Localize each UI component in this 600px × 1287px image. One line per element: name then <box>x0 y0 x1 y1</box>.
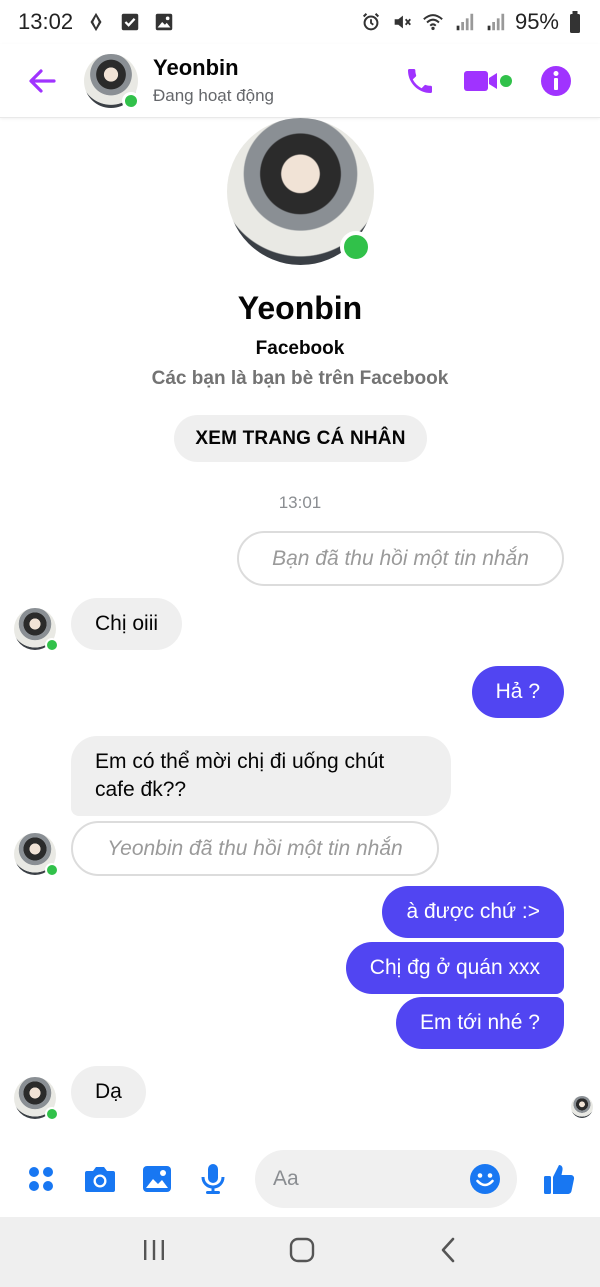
call-button[interactable] <box>404 65 436 97</box>
home-icon <box>289 1237 315 1262</box>
outgoing-message[interactable]: Chị đg ở quán xxx <box>345 942 564 994</box>
battery-icon <box>570 11 580 33</box>
outgoing-message[interactable]: Em tới nhé ? <box>396 997 564 1049</box>
message-input-placeholder: Aa <box>273 1167 299 1190</box>
system-nav-bar <box>0 1217 600 1287</box>
contact-name[interactable]: Yeonbin <box>153 55 274 81</box>
menu-grid-button[interactable] <box>23 1161 59 1197</box>
online-indicator <box>122 91 140 110</box>
system-back-button[interactable] <box>436 1235 460 1270</box>
checkbox-icon <box>121 13 139 31</box>
recent-apps-button[interactable] <box>140 1237 168 1268</box>
image-icon <box>143 1166 171 1192</box>
status-bar: 13:02 95% <box>0 0 600 44</box>
view-profile-button[interactable]: XEM TRANG CÁ NHÂN <box>174 415 427 462</box>
online-indicator <box>45 638 59 652</box>
incoming-message[interactable]: Em có thể mời chị đi uống chút cafe đk?? <box>71 736 451 816</box>
seen-receipt-avatar <box>571 1096 593 1118</box>
signal-icon <box>487 13 505 31</box>
info-button[interactable] <box>540 65 572 97</box>
back-button[interactable] <box>22 61 62 101</box>
gallery-icon <box>155 13 173 31</box>
diamond-icon <box>90 12 102 32</box>
message-avatar[interactable] <box>14 833 59 877</box>
microphone-icon <box>201 1164 225 1194</box>
video-camera-icon <box>464 70 512 91</box>
outgoing-message[interactable]: à được chứ :> <box>382 886 564 938</box>
message-avatar[interactable] <box>14 1077 59 1121</box>
recalled-message[interactable]: Bạn đã thu hồi một tin nhắn <box>237 531 564 586</box>
conversation-header: Yeonbin Đang hoạt động <box>0 44 600 118</box>
home-button[interactable] <box>287 1235 317 1270</box>
arrow-left-icon <box>29 68 56 93</box>
emoji-icon <box>470 1164 500 1194</box>
message-composer: Aa <box>0 1141 600 1217</box>
profile-platform: Facebook <box>255 338 345 359</box>
wifi-icon <box>423 14 443 31</box>
profile-name: Yeonbin <box>237 290 363 326</box>
video-call-button[interactable] <box>462 65 514 97</box>
signal-icon <box>456 13 474 31</box>
friends-context: Các bạn là bạn bè trên Facebook <box>151 368 449 389</box>
recalled-message[interactable]: Yeonbin đã thu hồi một tin nhắn <box>71 821 439 876</box>
header-avatar[interactable] <box>84 53 140 110</box>
alarm-icon <box>362 13 379 31</box>
message-avatar[interactable] <box>14 608 59 652</box>
back-icon <box>442 1237 455 1262</box>
like-button[interactable] <box>541 1161 577 1197</box>
online-indicator <box>45 863 59 877</box>
message-input[interactable]: Aa <box>255 1150 517 1208</box>
active-status: Đang hoạt động <box>153 86 274 105</box>
online-indicator <box>45 1107 59 1121</box>
battery-percent: 95% <box>514 9 559 34</box>
profile-avatar[interactable] <box>227 118 374 265</box>
camera-icon <box>85 1167 115 1192</box>
time-separator: 13:01 <box>278 493 322 512</box>
online-indicator <box>340 231 372 263</box>
camera-button[interactable] <box>82 1161 118 1197</box>
voice-button[interactable] <box>195 1161 231 1197</box>
phone-icon <box>408 68 432 93</box>
menu-grid-icon <box>29 1167 53 1191</box>
thumbs-up-icon <box>544 1165 575 1194</box>
incoming-message[interactable]: Chị oiii <box>71 598 183 650</box>
incoming-message[interactable]: Dạ <box>71 1066 146 1118</box>
info-icon <box>541 65 571 96</box>
outgoing-message[interactable]: Hả ? <box>471 666 564 718</box>
status-time: 13:02 <box>18 9 74 34</box>
emoji-button[interactable] <box>469 1163 501 1201</box>
gallery-button[interactable] <box>139 1161 175 1197</box>
recent-apps-icon <box>143 1239 164 1260</box>
mute-icon <box>394 15 411 29</box>
